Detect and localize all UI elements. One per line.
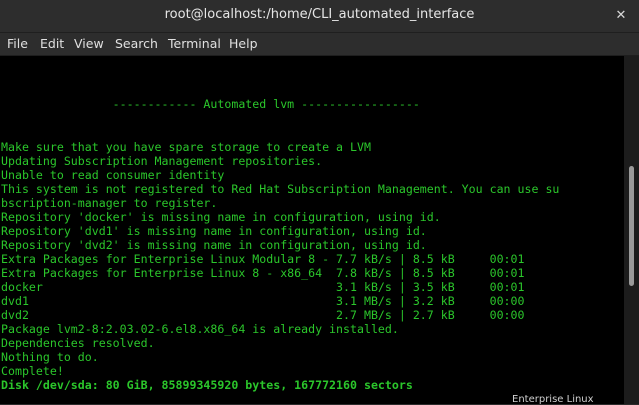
background-window-text: Enterprise Linux xyxy=(512,394,594,405)
window-title: root@localhost:/home/CLI_automated_inter… xyxy=(164,7,475,22)
terminal-scrollbar[interactable] xyxy=(624,56,639,404)
terminal-line: Unable to read consumer identity xyxy=(1,168,225,182)
terminal-line: Repository 'dvd2' is missing name in con… xyxy=(1,238,427,252)
menu-bar: File Edit View Search Terminal Help xyxy=(0,33,639,56)
terminal-line: Package lvm2-8:2.03.02-6.el8.x86_64 is a… xyxy=(1,322,399,336)
terminal-line: bscription-manager to register. xyxy=(1,196,218,210)
terminal-line: ------------ Automated lvm -------------… xyxy=(1,97,420,111)
terminal-line: docker 3.1 kB/s | 3.5 kB 00:01 xyxy=(1,280,525,294)
menu-view[interactable]: View xyxy=(74,36,104,51)
terminal-line: Dependencies resolved. xyxy=(1,336,155,350)
menu-help[interactable]: Help xyxy=(229,36,258,51)
scrollbar-thumb[interactable] xyxy=(629,166,634,286)
terminal-line: Nothing to do. xyxy=(1,350,99,364)
menu-file[interactable]: File xyxy=(7,36,28,51)
terminal-line: Repository 'dvd1' is missing name in con… xyxy=(1,224,427,238)
terminal-output[interactable]: ------------ Automated lvm -------------… xyxy=(0,56,624,404)
menu-terminal[interactable]: Terminal xyxy=(168,36,221,51)
terminal-line: Repository 'docker' is missing name in c… xyxy=(1,210,441,224)
menu-edit[interactable]: Edit xyxy=(40,36,64,51)
terminal-line: Extra Packages for Enterprise Linux Modu… xyxy=(1,252,525,266)
terminal-line: dvd1 3.1 MB/s | 3.2 kB 00:00 xyxy=(1,294,525,308)
terminal-line: Extra Packages for Enterprise Linux 8 - … xyxy=(1,266,525,280)
title-bar: root@localhost:/home/CLI_automated_inter… xyxy=(0,0,639,33)
terminal-line: Updating Subscription Management reposit… xyxy=(1,154,323,168)
terminal-line: Make sure that you have spare storage to… xyxy=(1,140,371,154)
terminal-line: Disk /dev/sda: 80 GiB, 85899345920 bytes… xyxy=(1,378,413,392)
terminal-line: Complete! xyxy=(1,364,64,378)
menu-search[interactable]: Search xyxy=(115,36,158,51)
terminal-line: This system is not registered to Red Hat… xyxy=(1,182,560,196)
terminal-line: dvd2 2.7 MB/s | 2.7 kB 00:00 xyxy=(1,308,525,322)
close-icon[interactable]: ✕ xyxy=(613,8,629,24)
